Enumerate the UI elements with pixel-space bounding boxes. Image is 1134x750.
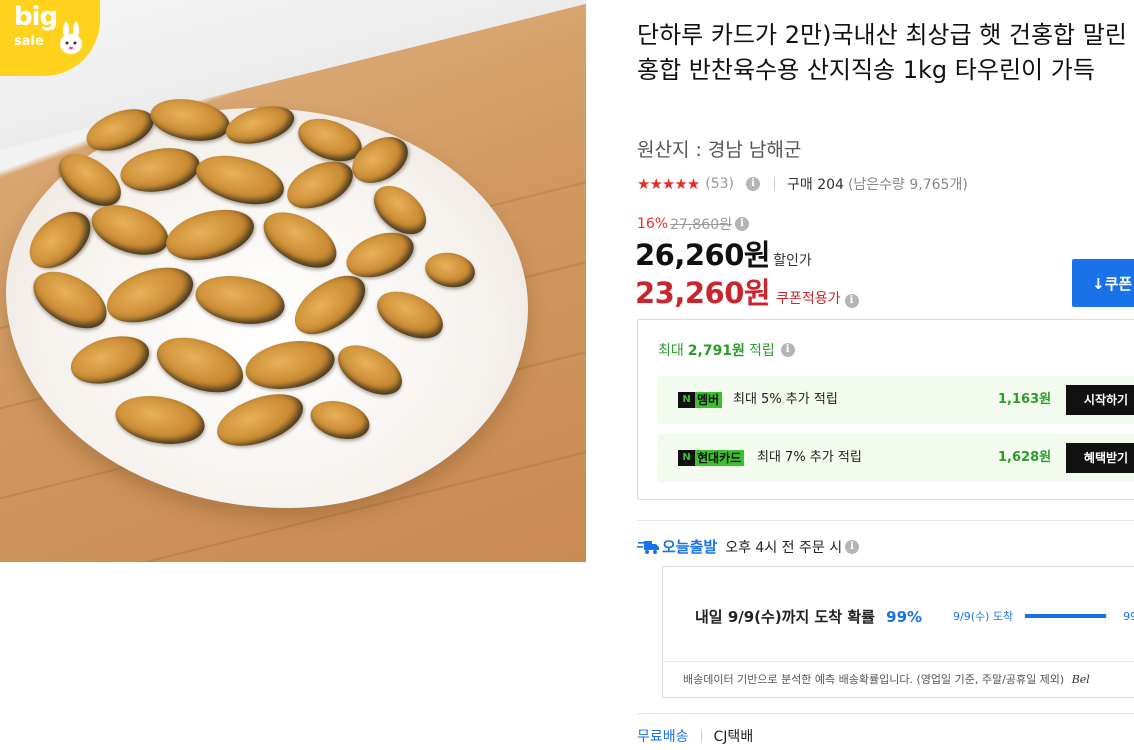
reward-points-box: 최대 2,791원 적립 i N 멤버 최대 5% 추가 적립 1,163원 시… bbox=[637, 319, 1134, 500]
arrival-chart-value: 99 bbox=[1123, 609, 1134, 623]
divider bbox=[700, 730, 702, 742]
info-icon[interactable]: i bbox=[845, 539, 860, 554]
coupon-price-label: 쿠폰적용가 bbox=[776, 291, 841, 307]
arrival-chart: 9/9(수) 도착 99 bbox=[953, 608, 1134, 624]
product-image[interactable]: big sale bbox=[0, 0, 586, 562]
carrier-name: CJ택배 bbox=[713, 729, 754, 745]
purchase-count: 구매 204 bbox=[787, 177, 844, 193]
badge-big-text: big bbox=[14, 2, 58, 32]
max-reward-title: 최대 2,791원 적립 i bbox=[658, 340, 795, 360]
reward-item-member: N 멤버 최대 5% 추가 적립 1,163원 시작하기 bbox=[658, 376, 1134, 424]
bunny-icon bbox=[60, 22, 82, 54]
member-tag: N 멤버 bbox=[678, 392, 723, 408]
naver-n-icon: N bbox=[678, 392, 695, 408]
card-tag: N 현대카드 bbox=[678, 450, 745, 466]
shipping-cutoff-text: 오후 4시 전 주문 시 bbox=[725, 539, 843, 556]
reward-item-desc: 최대 5% 추가 적립 bbox=[733, 392, 838, 407]
section-divider bbox=[637, 520, 1134, 521]
arrival-chart-label: 9/9(수) 도착 bbox=[953, 610, 1014, 623]
delivery-info-row: 무료배송 CJ택배 bbox=[637, 726, 753, 746]
product-title: 단하루 카드가 2만)국내산 최상급 햇 건홍합 말린홍합 반찬육수용 산지직송… bbox=[637, 21, 1127, 84]
info-icon[interactable]: i bbox=[844, 294, 859, 308]
reward-item-amount: 1,628원 bbox=[998, 450, 1052, 465]
review-count[interactable]: (53) bbox=[705, 176, 734, 192]
today-shipping-label: 오늘출발 bbox=[662, 538, 718, 556]
original-price: 27,860원 bbox=[670, 217, 732, 233]
discount-row: 16% 27,860원 i bbox=[637, 214, 749, 234]
arrival-bar bbox=[1025, 614, 1108, 618]
reward-prefix: 최대 bbox=[658, 343, 684, 359]
reward-item-card: N 현대카드 최대 7% 추가 적립 1,628원 혜택받기 bbox=[658, 434, 1134, 482]
naver-n-icon: N bbox=[678, 450, 695, 466]
coupon-download-button[interactable]: ↓쿠폰 bbox=[1072, 259, 1134, 307]
info-icon[interactable]: i bbox=[780, 343, 795, 357]
sale-price-row: 26,260원 할인가 bbox=[635, 232, 812, 274]
sale-price: 26,260원 bbox=[635, 238, 771, 272]
info-icon[interactable]: i bbox=[735, 217, 749, 231]
discount-rate: 16% bbox=[637, 216, 669, 232]
card-tag-label: 현대카드 bbox=[697, 451, 742, 465]
arrival-divider bbox=[663, 661, 1134, 662]
badge-sale-text: sale bbox=[14, 34, 44, 49]
member-tag-label: 멤버 bbox=[697, 393, 720, 407]
rating-stars[interactable]: ★★★★★ bbox=[637, 175, 700, 193]
start-membership-button[interactable]: 시작하기 bbox=[1066, 385, 1134, 415]
arrival-date: 내일 9/9(수)까지 도착 확률 bbox=[695, 608, 875, 626]
reward-suffix: 적립 bbox=[748, 343, 775, 359]
arrival-probability-box: 내일 9/9(수)까지 도착 확률 99% 9/9(수) 도착 99 배송데이터… bbox=[662, 566, 1134, 698]
today-shipping-row: 오늘출발 오후 4시 전 주문 시 i bbox=[637, 536, 860, 557]
product-origin: 원산지 : 경남 남해군 bbox=[637, 139, 802, 161]
coupon-price: 23,260원 bbox=[635, 276, 771, 310]
get-card-benefit-button[interactable]: 혜택받기 bbox=[1066, 443, 1134, 473]
reward-item-desc: 최대 7% 추가 적립 bbox=[757, 450, 862, 465]
arrival-note-brand: Bel bbox=[1071, 673, 1090, 686]
coupon-price-row: 23,260원 쿠폰적용가 i bbox=[635, 270, 859, 312]
reward-amount: 2,791원 bbox=[687, 343, 745, 359]
free-shipping-label: 무료배송 bbox=[637, 729, 689, 745]
section-divider bbox=[637, 713, 1134, 714]
truck-icon bbox=[637, 540, 659, 554]
arrival-note-text: 배송데이터 기반으로 분석한 예측 배송확률입니다. (영업일 기준, 주말/공… bbox=[683, 673, 1065, 686]
divider bbox=[774, 178, 775, 190]
arrival-percent: 99% bbox=[886, 608, 923, 626]
arrival-note: 배송데이터 기반으로 분석한 예측 배송확률입니다. (영업일 기준, 주말/공… bbox=[683, 671, 1090, 687]
rating-row: ★★★★★ (53) i 구매 204 (남은수량 9,765개) bbox=[637, 174, 968, 194]
remaining-stock: (남은수량 9,765개) bbox=[847, 177, 968, 193]
sale-price-label: 할인가 bbox=[773, 253, 812, 269]
arrival-text: 내일 9/9(수)까지 도착 확률 99% bbox=[695, 606, 922, 627]
arrival-bar-fill bbox=[1025, 614, 1107, 618]
reward-item-amount: 1,163원 bbox=[998, 392, 1052, 407]
info-icon[interactable]: i bbox=[746, 177, 760, 191]
